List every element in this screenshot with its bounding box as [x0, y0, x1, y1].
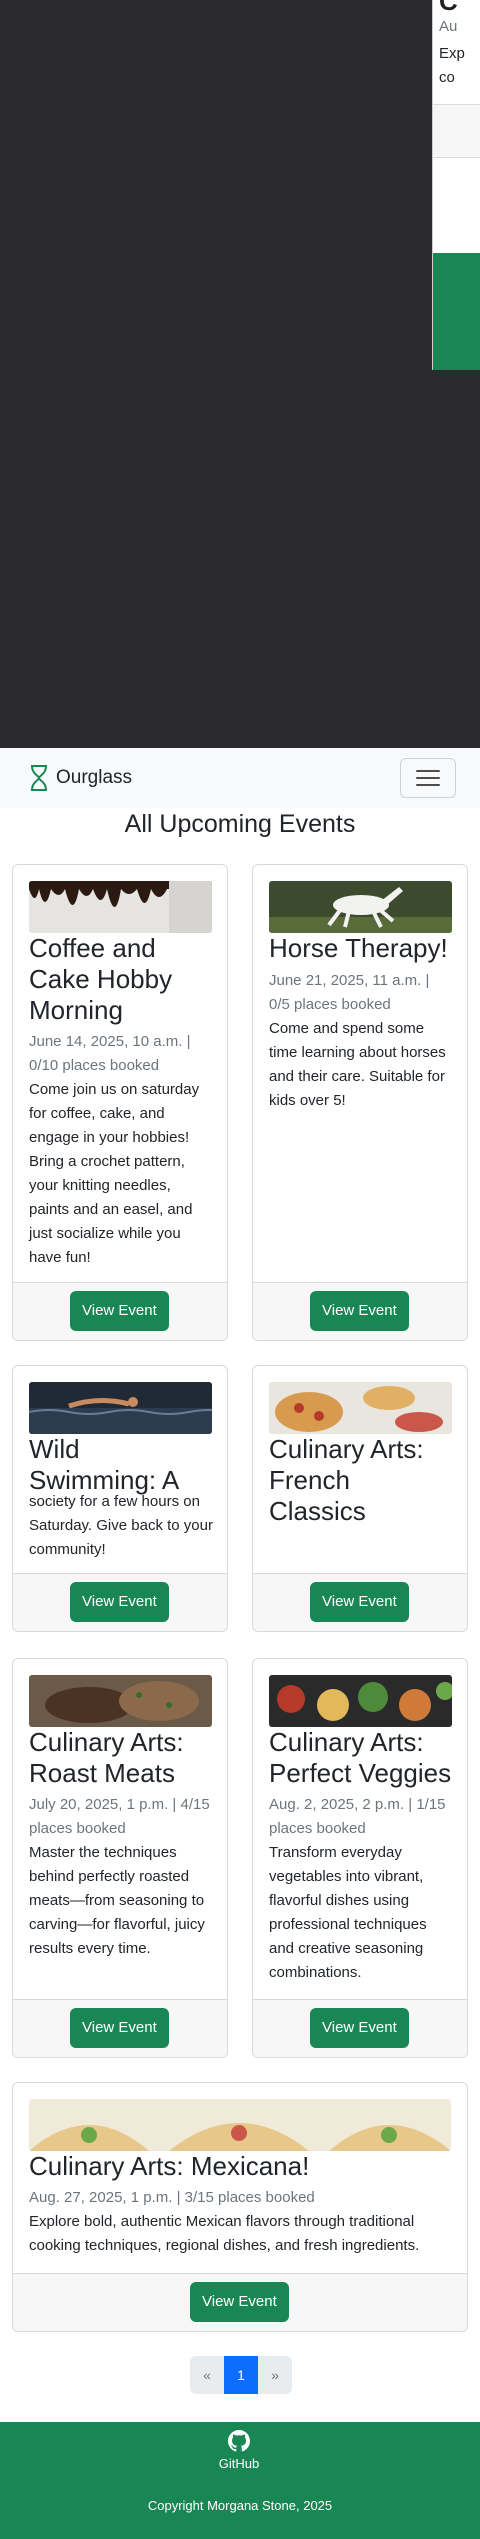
event-card: Wild Swimming: A society for a few hours…	[12, 1365, 228, 1632]
offcanvas-text-line: co	[439, 69, 455, 86]
event-card: Culinary Arts: Mexicana! Aug. 27, 2025, …	[12, 2082, 468, 2332]
pagination-prev[interactable]: «	[190, 2356, 224, 2394]
event-description: Come and spend some time learning about …	[269, 1020, 446, 1109]
pagination-page-current[interactable]: 1	[224, 2356, 258, 2394]
view-event-button[interactable]: View Event	[190, 2282, 289, 2322]
view-event-button[interactable]: View Event	[70, 2008, 169, 2048]
event-card: Culinary Arts: French Classics View Even…	[252, 1365, 468, 1632]
event-title: Culinary Arts: Roast Meats	[29, 1727, 184, 1788]
event-title: Coffee and Cake Hobby Morning	[29, 933, 173, 1025]
event-description: Master the techniques behind perfectly r…	[29, 1844, 205, 1957]
event-meta: June 14, 2025, 10 a.m. | 0/10 places boo…	[29, 1033, 191, 1074]
event-title: Wild Swimming: A	[29, 1434, 180, 1495]
view-event-button[interactable]: View Event	[310, 1582, 409, 1622]
page-title: All Upcoming Events	[124, 810, 356, 838]
event-title: Culinary Arts: Mexicana!	[29, 2151, 310, 2181]
github-label: GitHub	[218, 2456, 260, 2471]
pizza-image	[269, 1382, 452, 1434]
offcanvas-panel: C Au Exp co	[432, 0, 480, 370]
event-title: Culinary Arts: French Classics	[269, 1434, 424, 1526]
navbar: Ourglass	[0, 748, 480, 808]
event-card: Horse Therapy! June 21, 2025, 11 a.m. | …	[252, 864, 468, 1341]
event-description: Transform everyday vegetables into vibra…	[269, 1844, 427, 1981]
offcanvas-meta: Au	[439, 18, 458, 35]
card-footer: View Event	[253, 1573, 467, 1631]
pagination: « 1 »	[190, 2356, 292, 2394]
github-icon	[228, 2430, 250, 2452]
horse-image	[269, 881, 452, 933]
event-title: Horse Therapy!	[269, 933, 448, 963]
view-event-button[interactable]: View Event	[310, 1291, 409, 1331]
hamburger-line	[416, 770, 440, 772]
event-card: Culinary Arts: Perfect Veggies Aug. 2, 2…	[252, 1658, 468, 2058]
hourglass-icon	[31, 765, 47, 791]
event-meta: July 20, 2025, 1 p.m. | 4/15 places book…	[29, 1796, 210, 1837]
brand-link[interactable]: Ourglass	[28, 764, 132, 792]
card-footer: View Event	[253, 1282, 467, 1340]
brand-name: Ourglass	[56, 767, 133, 788]
backdrop-overlay[interactable]: C Au Exp co	[0, 0, 480, 748]
pagination-next[interactable]: »	[258, 2356, 292, 2394]
swimmer-image	[29, 1382, 212, 1434]
offcanvas-text: Exp co	[439, 42, 465, 90]
card-footer: View Event	[13, 1999, 227, 2057]
tacos-image	[29, 2099, 451, 2151]
cake-image	[29, 881, 212, 933]
event-card: Coffee and Cake Hobby Morning June 14, 2…	[12, 864, 228, 1341]
copyright-text: Copyright Morgana Stone, 2025	[147, 2498, 333, 2513]
hamburger-line	[416, 777, 440, 779]
event-meta: June 21, 2025, 11 a.m. | 0/5 places book…	[269, 972, 430, 1013]
navbar-toggler-button[interactable]	[400, 758, 456, 798]
view-event-button[interactable]: View Event	[70, 1582, 169, 1622]
site-footer: GitHub Copyright Morgana Stone, 2025	[0, 2422, 480, 2539]
offcanvas-footer	[433, 104, 480, 158]
veggies-image	[269, 1675, 452, 1727]
offcanvas-title: C	[439, 0, 458, 16]
event-description: Explore bold, authentic Mexican flavors …	[29, 2213, 420, 2254]
card-footer: View Event	[253, 1999, 467, 2057]
event-description: society for a few hours on Saturday. Giv…	[29, 1493, 213, 1558]
offcanvas-text-line: Exp	[439, 45, 465, 62]
offcanvas-green-block	[433, 253, 480, 370]
event-meta: Aug. 27, 2025, 1 p.m. | 3/15 places book…	[29, 2189, 315, 2206]
view-event-button[interactable]: View Event	[310, 2008, 409, 2048]
view-event-button[interactable]: View Event	[70, 1291, 169, 1331]
card-footer: View Event	[13, 2273, 467, 2331]
card-footer: View Event	[13, 1573, 227, 1631]
event-card: Culinary Arts: Roast Meats July 20, 2025…	[12, 1658, 228, 2058]
card-footer: View Event	[13, 1282, 227, 1340]
event-title: Culinary Arts: Perfect Veggies	[269, 1727, 452, 1788]
roast-image	[29, 1675, 212, 1727]
event-meta: Aug. 2, 2025, 2 p.m. | 1/15 places booke…	[269, 1796, 446, 1837]
event-description: Come join us on saturday for coffee, cak…	[29, 1081, 200, 1266]
github-link[interactable]: GitHub	[217, 2430, 261, 2471]
hamburger-line	[416, 784, 440, 786]
